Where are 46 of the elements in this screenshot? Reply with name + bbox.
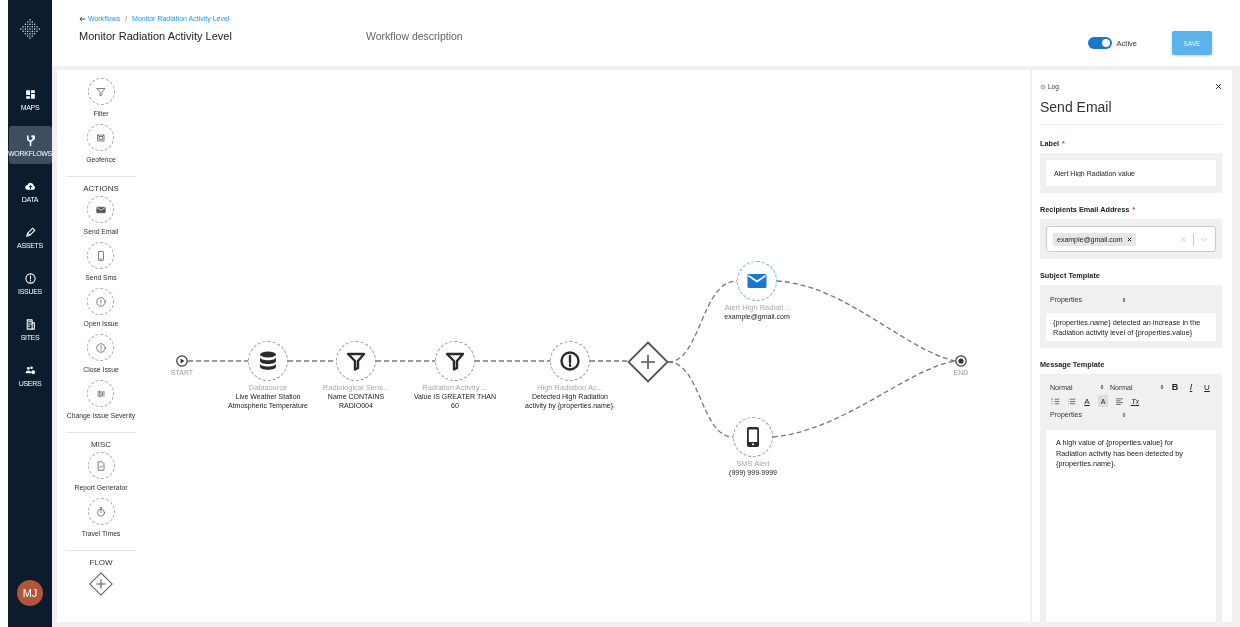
- sort-caret-icon: [1100, 384, 1104, 391]
- sort-caret-icon: [1122, 296, 1126, 303]
- funnel-icon: [95, 85, 107, 98]
- back-arrow-icon: [79, 15, 86, 22]
- phone-icon: [95, 249, 107, 262]
- workflow-title: Monitor Radiation Activity Level: [79, 30, 233, 42]
- user-avatar[interactable]: MJ: [17, 580, 43, 606]
- section-heading: ACTIONS: [83, 184, 119, 193]
- workflow-node[interactable]: [737, 261, 777, 301]
- dashboard-icon: [23, 87, 37, 101]
- exclamation-icon: [558, 349, 582, 373]
- frame-icon: [95, 131, 107, 144]
- align-button[interactable]: [1114, 395, 1124, 408]
- italic-button[interactable]: I: [1186, 381, 1196, 394]
- underline-button[interactable]: U: [1202, 381, 1212, 394]
- pencil-icon: [23, 225, 37, 239]
- remove-icon[interactable]: [1127, 236, 1133, 242]
- document-icon: [95, 459, 107, 472]
- text-color-button[interactable]: A: [1082, 395, 1092, 408]
- section-heading: MISC: [91, 440, 111, 449]
- workflow-node[interactable]: [733, 417, 773, 457]
- workflow-node[interactable]: [435, 341, 475, 381]
- workflow-node[interactable]: [550, 341, 590, 381]
- sort-caret-icon: [1160, 384, 1164, 391]
- history-icon: [1040, 83, 1046, 90]
- stopwatch-icon: [95, 505, 107, 518]
- workflow-node[interactable]: [336, 341, 376, 381]
- sort-caret-icon: [1122, 411, 1126, 418]
- exclamation-icon: [23, 271, 37, 285]
- panel-title: Send Email: [1040, 99, 1113, 115]
- plus-diamond-icon: [87, 570, 115, 598]
- end-node[interactable]: [955, 355, 967, 367]
- connector: [375, 360, 436, 362]
- connector: [187, 360, 249, 362]
- active-toggle[interactable]: [1087, 37, 1112, 49]
- exclamation-icon: [95, 295, 107, 308]
- bold-button[interactable]: B: [1170, 381, 1180, 394]
- connector: [589, 360, 629, 362]
- exclamation-icon: [95, 341, 107, 354]
- workflow-node[interactable]: [248, 341, 288, 381]
- gateway-node[interactable]: [627, 341, 669, 383]
- start-node[interactable]: [176, 355, 188, 367]
- section-heading: FLOW: [89, 558, 113, 567]
- palette-item[interactable]: [87, 570, 115, 598]
- sliders-icon: [95, 387, 107, 400]
- close-icon[interactable]: [1215, 83, 1222, 90]
